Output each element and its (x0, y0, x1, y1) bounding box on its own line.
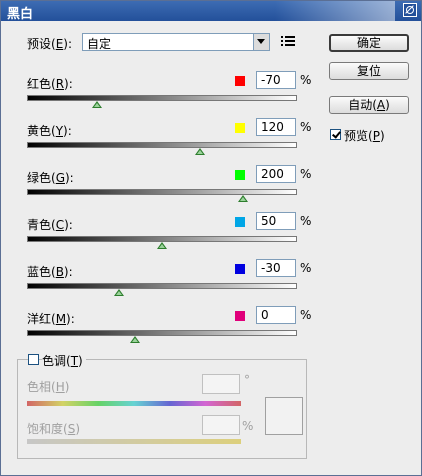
hue-unit: ° (244, 373, 250, 387)
value-input-red[interactable]: -70 (256, 71, 296, 89)
saturation-gradient-bar[interactable] (27, 439, 241, 444)
slider-track-yellow[interactable] (27, 142, 297, 148)
slider-track-red[interactable] (27, 95, 297, 101)
value-input-cyan[interactable]: 50 (256, 212, 296, 230)
title-bar: 黑白 (1, 1, 421, 22)
close-icon[interactable] (403, 3, 417, 17)
slider-track-magenta[interactable] (27, 330, 297, 336)
value-input-yellow[interactable]: 120 (256, 118, 296, 136)
slider-thumb-blue[interactable] (113, 289, 124, 296)
tint-color-preview[interactable] (265, 397, 303, 435)
tint-group (17, 359, 307, 459)
slider-label-red: 红色(R): (27, 77, 73, 91)
slider-label-blue: 蓝色(B): (27, 265, 73, 279)
slider-thumb-cyan[interactable] (157, 242, 167, 249)
value-input-magenta[interactable]: 0 (256, 306, 296, 324)
preset-dropdown[interactable]: 自定 (82, 33, 270, 51)
chevron-down-icon[interactable] (253, 34, 269, 50)
slider-thumb-yellow[interactable] (194, 148, 205, 155)
percent-unit-yellow: % (300, 120, 312, 134)
slider-label-magenta: 洋红(M): (27, 312, 75, 326)
preview-label: 预览(P) (344, 129, 385, 143)
titlebar-decoration (275, 1, 395, 21)
hue-input[interactable] (202, 374, 240, 394)
slider-thumb-red[interactable] (92, 101, 103, 108)
slider-thumb-green[interactable] (238, 195, 248, 202)
black-white-dialog: 黑白 预设(E): 自定 确定 复位 自动(A) 预览(P) 红色(R): -70… (0, 0, 422, 476)
percent-unit-blue: % (300, 261, 312, 275)
preview-checkbox[interactable] (330, 129, 341, 140)
tint-label: 色调(T) (42, 352, 86, 369)
slider-label-green: 绿色(G): (27, 171, 74, 185)
saturation-label: 饱和度(S) (27, 422, 80, 436)
tint-checkbox[interactable] (28, 354, 39, 365)
color-swatch-yellow (235, 123, 245, 133)
percent-unit-cyan: % (300, 214, 312, 228)
color-swatch-red (235, 76, 245, 86)
slider-label-cyan: 青色(C): (27, 218, 73, 232)
percent-unit-magenta: % (300, 308, 312, 322)
hue-label: 色相(H) (27, 380, 70, 394)
slider-track-green[interactable] (27, 189, 297, 195)
saturation-input[interactable] (202, 415, 240, 435)
saturation-unit: % (242, 419, 254, 433)
preset-menu-icon[interactable] (281, 34, 295, 48)
auto-button[interactable]: 自动(A) (329, 96, 409, 114)
reset-button[interactable]: 复位 (329, 62, 409, 80)
color-swatch-cyan (235, 217, 245, 227)
ok-button[interactable]: 确定 (329, 34, 409, 52)
value-input-green[interactable]: 200 (256, 165, 296, 183)
slider-track-blue[interactable] (27, 283, 297, 289)
color-swatch-magenta (235, 311, 245, 321)
percent-unit-green: % (300, 167, 312, 181)
value-input-blue[interactable]: -30 (256, 259, 296, 277)
slider-thumb-magenta[interactable] (130, 336, 140, 343)
preset-label: 预设(E): (27, 37, 73, 51)
color-swatch-green (235, 170, 245, 180)
dialog-title: 黑白 (7, 7, 34, 22)
color-swatch-blue (235, 264, 245, 274)
hue-gradient-bar[interactable] (27, 401, 241, 406)
slider-label-yellow: 黄色(Y): (27, 124, 72, 138)
preset-value: 自定 (87, 37, 112, 51)
percent-unit-red: % (300, 73, 312, 87)
